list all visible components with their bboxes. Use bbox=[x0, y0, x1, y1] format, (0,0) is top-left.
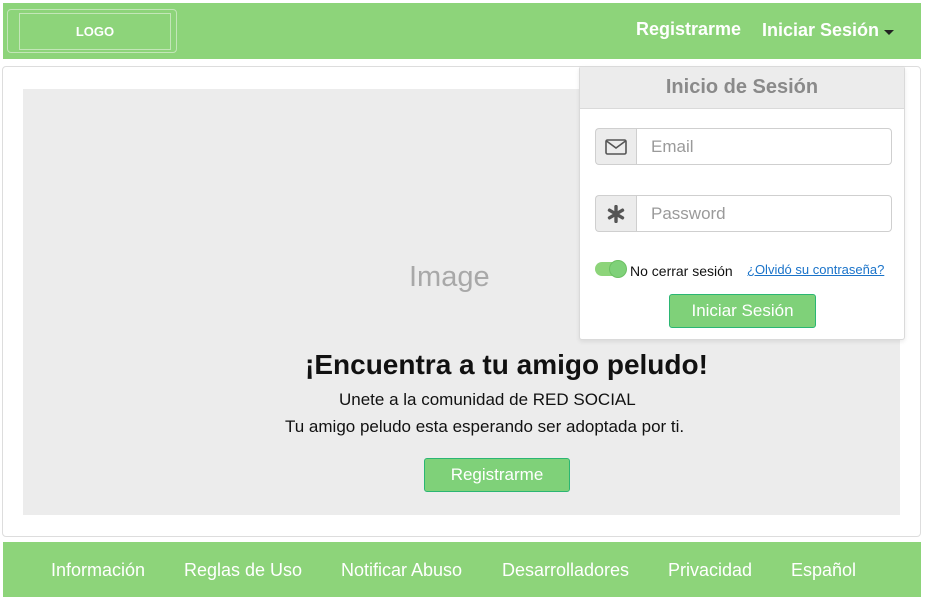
login-submit-button[interactable]: Iniciar Sesión bbox=[669, 294, 816, 328]
envelope-icon bbox=[595, 128, 636, 165]
login-dropdown-panel: Inicio de Sesión No cerrar sesión ¿Olvid… bbox=[579, 66, 905, 340]
password-input-group bbox=[595, 195, 892, 232]
remember-label: No cerrar sesión bbox=[630, 263, 733, 279]
top-navbar: LOGO Registrarme Iniciar Sesión bbox=[3, 3, 921, 59]
nav-login-dropdown[interactable]: Iniciar Sesión bbox=[762, 20, 895, 41]
hero-subtitle-2: Tu amigo peludo esta esperando ser adopt… bbox=[285, 417, 685, 436]
email-field[interactable] bbox=[636, 128, 892, 165]
footer-link-privacidad[interactable]: Privacidad bbox=[668, 560, 752, 581]
email-input-group bbox=[595, 128, 892, 165]
footer-link-idioma[interactable]: Español bbox=[791, 560, 856, 581]
footer-link-desarrolladores[interactable]: Desarrolladores bbox=[502, 560, 629, 581]
password-field[interactable] bbox=[636, 195, 892, 232]
forgot-password-link[interactable]: ¿Olvidó su contraseña? bbox=[747, 262, 884, 277]
logo-container[interactable]: LOGO bbox=[7, 9, 177, 53]
remember-toggle[interactable] bbox=[595, 260, 627, 278]
hero-title: ¡Encuentra a tu amigo peludo! bbox=[305, 349, 708, 380]
toggle-knob bbox=[609, 260, 627, 278]
footer-link-informacion[interactable]: Información bbox=[51, 560, 145, 581]
nav-register-link[interactable]: Registrarme bbox=[636, 19, 741, 40]
login-panel-title: Inicio de Sesión bbox=[580, 67, 904, 109]
caret-down-icon bbox=[884, 29, 895, 35]
footer-link-reglas[interactable]: Reglas de Uso bbox=[184, 560, 302, 581]
image-placeholder: Image bbox=[409, 261, 490, 293]
nav-login-label: Iniciar Sesión bbox=[762, 20, 880, 40]
footer: Información Reglas de Uso Notificar Abus… bbox=[3, 542, 921, 597]
asterisk-icon bbox=[595, 195, 636, 232]
footer-link-abuso[interactable]: Notificar Abuso bbox=[341, 560, 462, 581]
logo[interactable]: LOGO bbox=[19, 13, 171, 50]
hero-subtitle-1: Unete a la comunidad de RED SOCIAL bbox=[339, 390, 636, 409]
hero-register-button[interactable]: Registrarme bbox=[424, 458, 570, 492]
